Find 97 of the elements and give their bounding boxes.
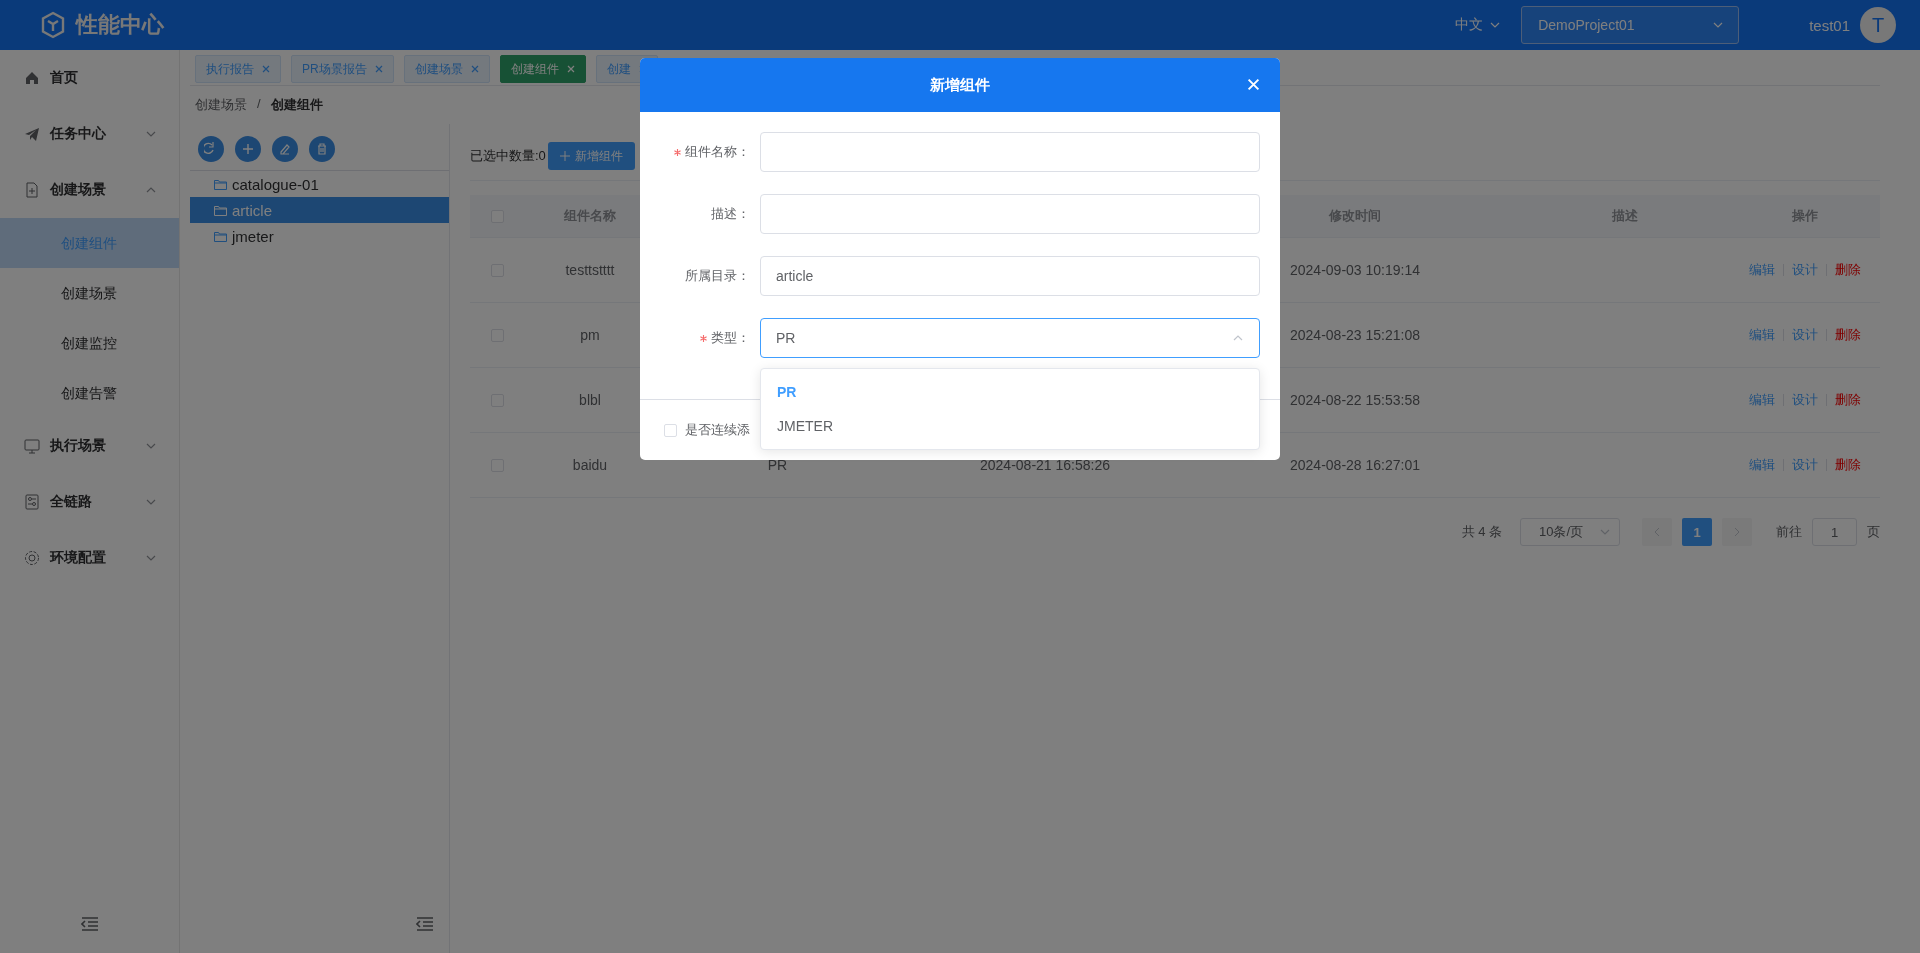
chevron-right-icon (1733, 527, 1741, 537)
user-avatar[interactable]: T (1860, 7, 1896, 43)
close-icon[interactable] (470, 65, 479, 73)
table-cell: PR (767, 457, 788, 473)
plus-icon (241, 142, 255, 156)
submenu-item[interactable]: 创建监控 (0, 318, 179, 368)
goto-label: 前往 (1776, 523, 1802, 541)
file-plus-icon (24, 182, 40, 198)
paper-plane-icon (24, 126, 40, 142)
delete-link[interactable]: 删除 (1835, 261, 1861, 279)
edit-link[interactable]: 编辑 (1749, 391, 1775, 409)
submenu-item[interactable]: 创建组件 (0, 218, 179, 268)
input-field[interactable] (760, 132, 1260, 172)
page-suffix: 页 (1867, 523, 1880, 541)
breadcrumb-separator: / (257, 96, 261, 113)
chevron-left-icon (1653, 527, 1661, 537)
field-label: 所属目录： (685, 267, 750, 285)
input-field[interactable]: article (760, 256, 1260, 296)
table-cell: 2024-08-22 15:53:58 (1290, 392, 1420, 408)
dropdown-option[interactable]: JMETER (761, 409, 1259, 443)
tab[interactable]: 创建组件 (499, 55, 586, 83)
breadcrumb-item[interactable]: 创建场景 (195, 96, 247, 114)
settings-icon (24, 550, 40, 566)
page-size-select[interactable]: 10条/页 (1520, 518, 1620, 546)
menu-item[interactable]: 首页 (0, 50, 179, 106)
field-label: 组件名称： (685, 143, 750, 161)
total-count: 共 4 条 (1461, 523, 1502, 541)
trash-icon-button[interactable] (309, 136, 335, 162)
required-icon (674, 148, 681, 156)
menu-group[interactable]: 创建场景 (0, 162, 179, 218)
tab[interactable]: 执行报告 (195, 55, 281, 83)
table-cell: 2024-08-21 16:58:26 (980, 457, 1110, 473)
select-field[interactable]: PR (760, 318, 1260, 358)
folder-icon (214, 178, 227, 190)
menu-group[interactable]: 执行场景 (0, 418, 179, 474)
page-number[interactable]: 1 (1682, 518, 1712, 546)
folder-icon (214, 230, 227, 242)
language-switch[interactable]: 中文 (1455, 16, 1502, 34)
delete-link[interactable]: 删除 (1835, 456, 1861, 474)
close-icon[interactable] (262, 65, 270, 73)
refresh-icon-button[interactable] (198, 136, 224, 162)
pencil-icon (278, 142, 292, 156)
close-icon[interactable] (374, 65, 383, 73)
prev-page-button[interactable] (1642, 518, 1672, 546)
delete-link[interactable]: 删除 (1835, 326, 1861, 344)
checkbox[interactable] (664, 423, 677, 437)
breadcrumb-item: 创建组件 (270, 96, 323, 114)
app-title: 性能中心 (76, 11, 164, 39)
page-input[interactable]: 1 (1812, 518, 1857, 546)
tab[interactable]: 创建场景 (403, 55, 490, 83)
required-icon (700, 334, 707, 342)
tree-item[interactable]: jmeter (190, 223, 449, 249)
edit-link[interactable]: 编辑 (1749, 326, 1775, 344)
menu-group[interactable]: 环境配置 (0, 530, 179, 586)
field-label: 类型： (711, 329, 750, 347)
table-cell: 2024-08-23 15:21:08 (1290, 327, 1420, 343)
home-icon (24, 70, 40, 86)
plus-icon-button[interactable] (235, 136, 261, 162)
checkbox-label: 是否连续添 (685, 421, 750, 439)
panel-icon (24, 494, 40, 510)
add-component-button[interactable]: 新增组件 (547, 142, 635, 170)
table-cell: testtstttt (565, 262, 615, 278)
selected-count: 已选中数量:0 (470, 147, 546, 165)
collapse-icon[interactable] (80, 917, 99, 931)
folder-icon (214, 204, 227, 216)
table-cell: 2024-08-28 16:27:01 (1290, 457, 1420, 473)
submenu-item[interactable]: 创建告警 (0, 368, 179, 418)
table-cell: 2024-09-03 10:19:14 (1290, 262, 1420, 278)
menu-group[interactable]: 任务中心 (0, 106, 179, 162)
field-label: 描述： (711, 205, 750, 223)
monitor-icon (24, 438, 40, 454)
logo-icon (40, 11, 66, 39)
edit-link[interactable]: 编辑 (1749, 261, 1775, 279)
tree-item[interactable]: catalogue-01 (190, 171, 449, 197)
edit-link[interactable]: 编辑 (1749, 456, 1775, 474)
design-link[interactable]: 设计 (1792, 326, 1818, 344)
project-select[interactable]: DemoProject01 (1521, 6, 1740, 44)
delete-link[interactable]: 删除 (1835, 391, 1861, 409)
design-link[interactable]: 设计 (1792, 391, 1818, 409)
dialog-title: 新增组件 (930, 75, 990, 95)
table-cell: pm (580, 327, 600, 343)
design-link[interactable]: 设计 (1792, 456, 1818, 474)
dropdown-option[interactable]: PR (761, 375, 1259, 409)
trash-icon (315, 142, 329, 156)
collapse-icon[interactable] (416, 917, 434, 931)
pencil-icon-button[interactable] (272, 136, 298, 162)
menu-group[interactable]: 全链路 (0, 474, 179, 530)
tab[interactable]: PR场景报告 (291, 55, 394, 83)
tree-item[interactable]: article (190, 197, 449, 223)
table-cell: baidu (572, 457, 608, 473)
table-cell: blbl (579, 392, 601, 408)
input-field[interactable] (760, 194, 1260, 234)
design-link[interactable]: 设计 (1792, 261, 1818, 279)
plus-icon (559, 151, 570, 161)
submenu-item[interactable]: 创建场景 (0, 268, 179, 318)
next-page-button[interactable] (1722, 518, 1752, 546)
user-name: test01 (1809, 16, 1850, 34)
